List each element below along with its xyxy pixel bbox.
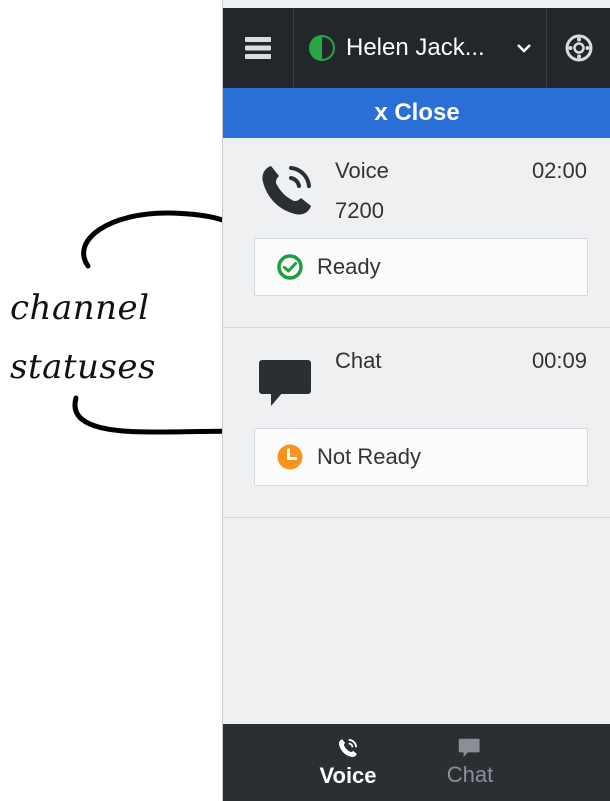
close-button[interactable]: x Close [223, 88, 610, 138]
status-dropdown-chat[interactable]: Not Ready [254, 428, 588, 486]
phone-call-icon [257, 160, 317, 225]
tab-label: Voice [319, 762, 377, 788]
user-status-dropdown[interactable]: Helen Jack... [294, 8, 547, 88]
status-dropdown-voice[interactable]: Ready [254, 238, 588, 296]
channel-timer: 02:00 [531, 158, 587, 183]
annotation-line2: statuses [10, 347, 156, 387]
tab-voice[interactable]: Voice [282, 724, 414, 801]
annotation: channel statuses [0, 0, 222, 801]
channel-name: Chat [335, 348, 382, 373]
user-name: Helen Jack... [346, 34, 485, 61]
status-label: Not Ready [317, 444, 421, 469]
top-bar: Helen Jack... [223, 8, 610, 88]
channel-chat: Chat 00:09 Not Ready [223, 328, 610, 518]
chevron-down-icon [516, 37, 532, 60]
agent-panel: Helen Jack... x Close Voice 7200 02:00 R… [222, 0, 610, 801]
annotation-line1: channel [10, 288, 150, 328]
menu-button[interactable] [223, 8, 294, 88]
tab-chat[interactable]: Chat [404, 724, 536, 801]
check-circle-icon [277, 254, 303, 280]
chat-bubble-icon [257, 358, 317, 413]
settings-gear-icon [565, 34, 593, 62]
channel-voice: Voice 7200 02:00 Ready [223, 138, 610, 328]
chat-bubble-icon [458, 738, 480, 757]
tab-label: Chat [446, 761, 494, 787]
presence-icon [309, 35, 335, 61]
bottom-tab-bar: Voice Chat [223, 724, 610, 801]
channel-timer: 00:09 [531, 348, 587, 373]
channel-name: Voice [335, 158, 389, 183]
status-label: Ready [317, 254, 381, 279]
phone-call-icon [339, 738, 357, 757]
annotation-arrows [72, 210, 222, 435]
hamburger-menu-icon [245, 37, 271, 59]
clock-icon [277, 444, 303, 470]
settings-button[interactable] [547, 8, 610, 88]
channel-number: 7200 [335, 198, 384, 223]
